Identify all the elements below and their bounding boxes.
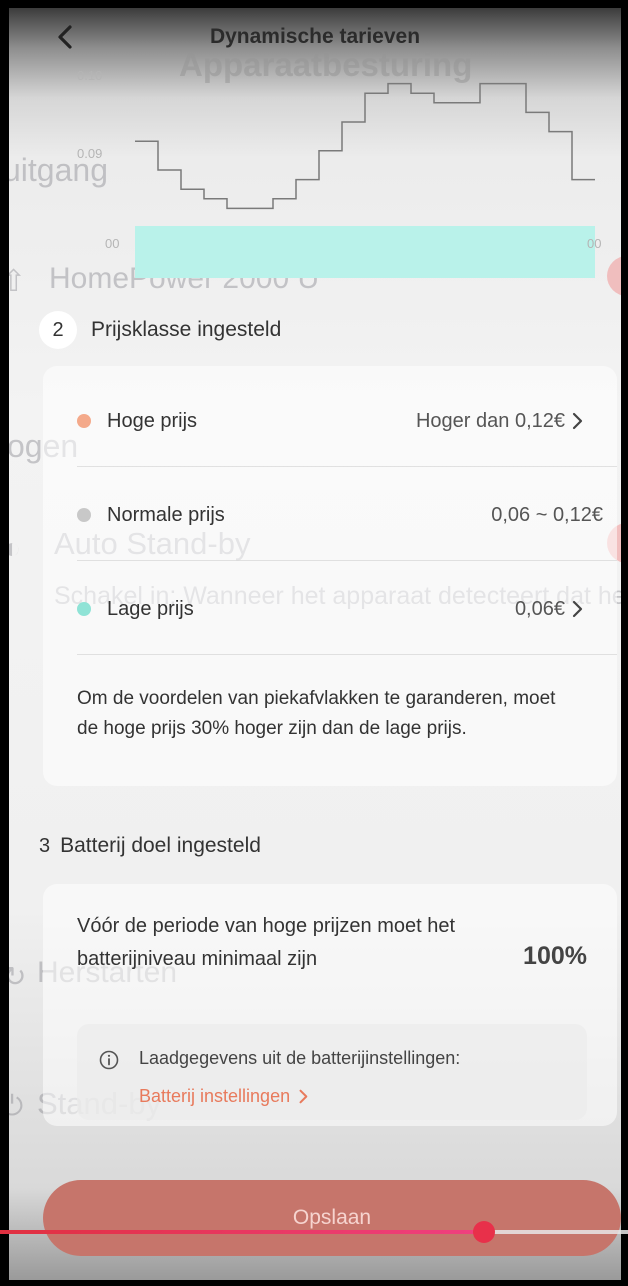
- x-tick-label: 00: [587, 236, 602, 251]
- scrub-remaining: [484, 1230, 628, 1234]
- battery-requirement-text: Vóór de periode van hoge prijzen moet he…: [77, 915, 456, 970]
- power-icon: ⏻: [9, 1090, 24, 1121]
- section-battery-target: 3 Batterij doel ingesteld: [39, 826, 261, 866]
- video-frame: Apparaatbesturing uitgang ⇧ HomePower 20…: [0, 0, 628, 1286]
- chevron-right-icon: [572, 600, 583, 618]
- scrub-played: [0, 1230, 484, 1234]
- battery-card: Vóór de periode van hoge prijzen moet he…: [43, 884, 617, 1126]
- section-label: Batterij doel ingesteld: [60, 834, 261, 857]
- price-row-normal: Normale prijs 0,06 ~ 0,12€: [43, 490, 617, 540]
- standby-icon: ◐: [9, 532, 22, 565]
- low-price-dot: [77, 602, 91, 616]
- price-value-text: 0,06 ~ 0,12€: [491, 503, 603, 526]
- step-number: 2: [39, 311, 77, 349]
- video-scrub-bar[interactable]: [0, 1219, 628, 1245]
- battery-info-text: Laadgegevens uit de batterijinstellingen…: [139, 1048, 461, 1068]
- battery-settings-label: Batterij instellingen: [139, 1086, 291, 1106]
- section-label: Prijsklasse ingesteld: [91, 318, 282, 341]
- price-chart-svg: [135, 82, 595, 278]
- high-price-dot: [77, 414, 91, 428]
- header: Dynamische tarieven: [9, 8, 621, 68]
- section-price-range: 2 Prijsklasse ingesteld: [39, 310, 281, 350]
- price-row-high[interactable]: Hoge prijs Hoger dan 0,12€: [43, 396, 617, 446]
- scrub-handle[interactable]: [473, 1221, 495, 1243]
- price-value-text: 0,06€: [514, 597, 565, 620]
- phone-screen: Apparaatbesturing uitgang ⇧ HomePower 20…: [9, 8, 621, 1280]
- price-line: [135, 82, 595, 210]
- battery-target-value[interactable]: 100%: [523, 942, 587, 971]
- price-name: Hoge prijs: [107, 409, 198, 432]
- battery-info-box: Laadgegevens uit de batterijinstellingen…: [77, 1024, 587, 1120]
- page-title: Dynamische tarieven: [209, 25, 421, 48]
- y-tick-label: 00: [105, 236, 120, 251]
- price-card: Hoge prijs Hoger dan 0,12€ Normale prijs…: [43, 366, 617, 786]
- step-number: 3: [39, 834, 51, 857]
- divider: [77, 560, 617, 561]
- price-name: Normale prijs: [107, 503, 225, 526]
- price-value: Hoger dan 0,12€: [416, 410, 583, 433]
- y-tick-label: 0.09: [77, 146, 103, 161]
- chevron-right-icon: [299, 1089, 308, 1104]
- battery-settings-link[interactable]: Batterij instellingen: [139, 1086, 308, 1107]
- home-icon: ⇧: [9, 265, 27, 298]
- divider: [77, 654, 617, 655]
- price-value: 0,06 ~ 0,12€: [491, 504, 603, 527]
- info-icon: [99, 1050, 119, 1070]
- y-tick-label: 0.10: [77, 68, 103, 83]
- chevron-right-icon: [572, 412, 583, 430]
- price-chart: 0.10 0.09 00 00: [69, 68, 621, 278]
- normal-price-dot: [77, 508, 91, 522]
- price-value: 0,06€: [515, 598, 583, 621]
- restart-icon: ↻: [9, 961, 27, 992]
- price-name: Lage prijs: [107, 597, 194, 620]
- price-note: Om de voordelen van piekafvlakken te gar…: [77, 688, 556, 739]
- price-row-low[interactable]: Lage prijs 0,06€: [43, 584, 617, 634]
- low-price-band: [135, 226, 595, 278]
- divider: [77, 466, 617, 467]
- price-value-text: Hoger dan 0,12€: [415, 409, 565, 432]
